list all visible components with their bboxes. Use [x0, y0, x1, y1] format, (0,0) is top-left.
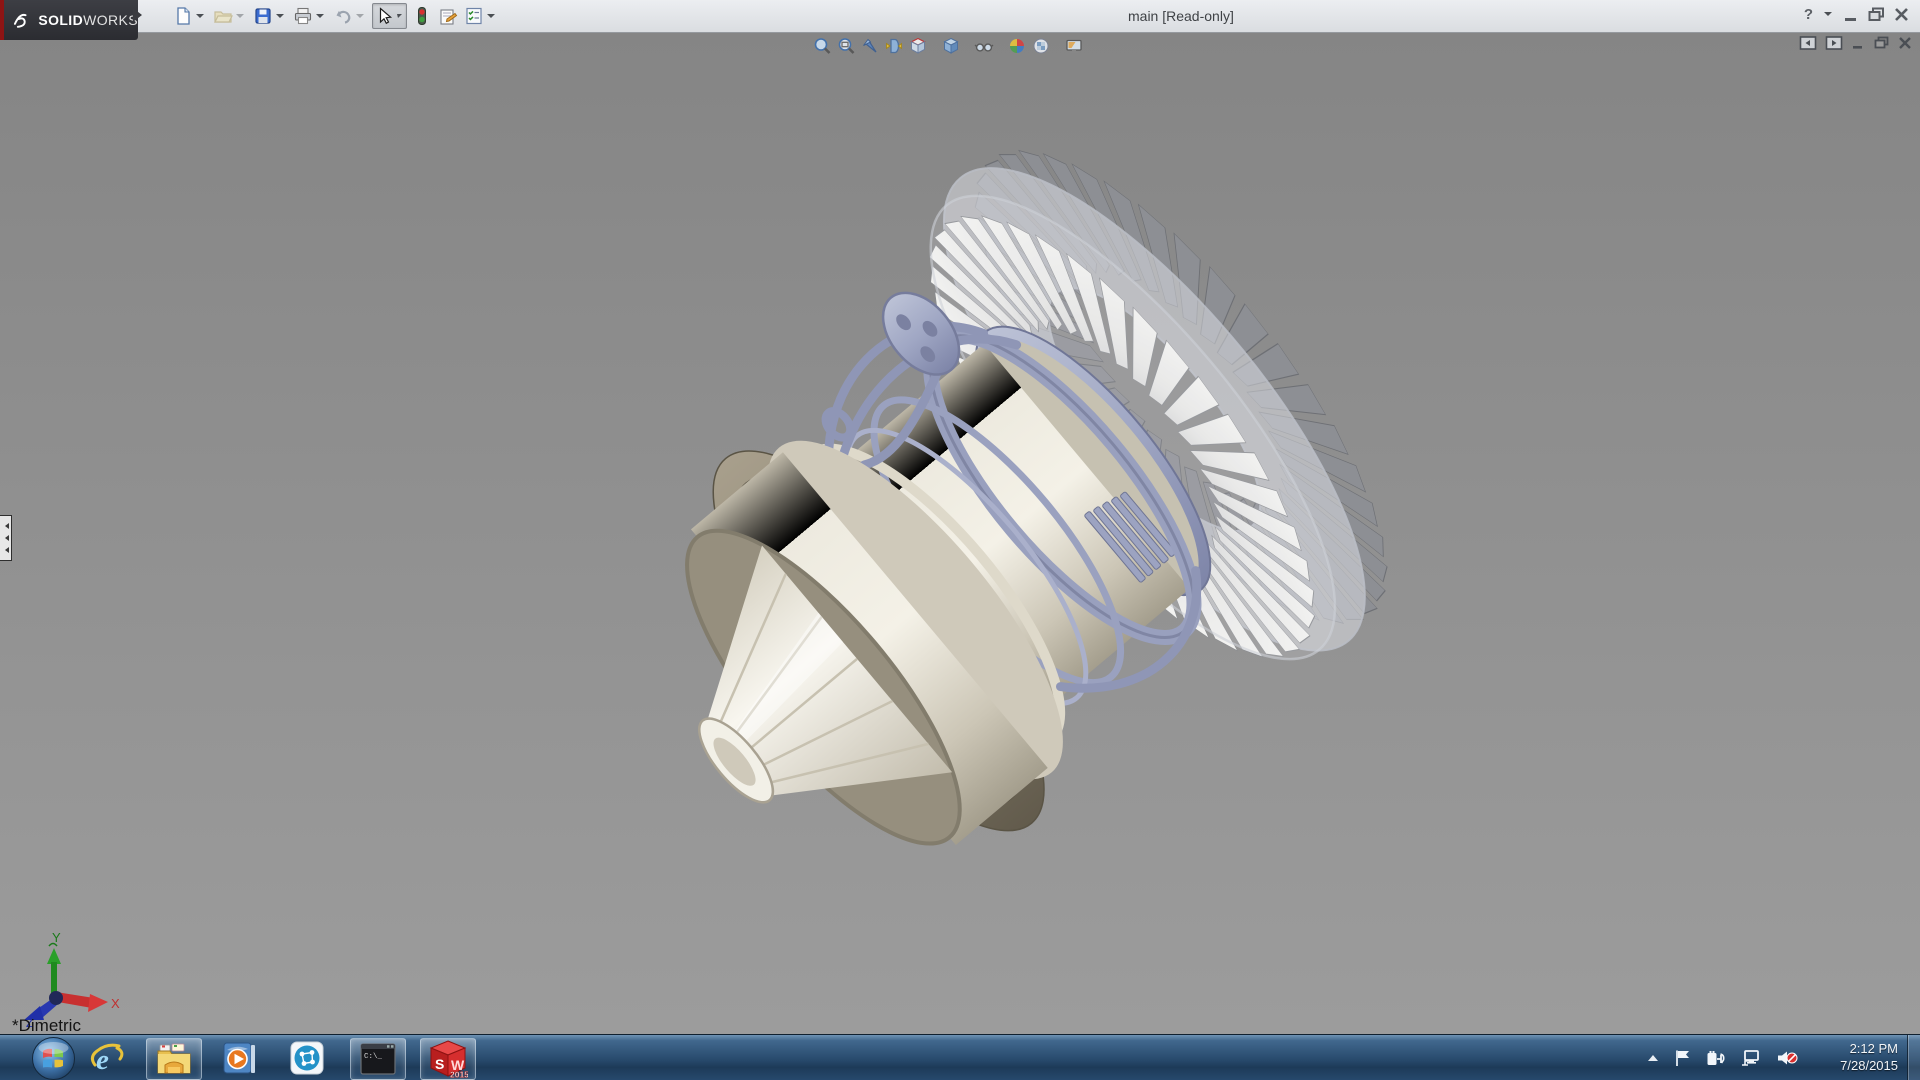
print-icon [293, 6, 313, 26]
document-window-controls [1799, 35, 1913, 51]
engine-model[interactable] [510, 63, 1478, 1024]
open-dropdown-caret-icon[interactable] [236, 14, 244, 22]
restore-button[interactable] [1868, 7, 1886, 22]
open-folder-icon [213, 6, 233, 26]
print-dropdown-caret-icon[interactable] [316, 14, 324, 22]
new-button[interactable] [172, 4, 208, 28]
save-button[interactable] [252, 4, 288, 28]
dassault-3s-logo-icon [12, 11, 33, 29]
help-dropdown-caret-icon[interactable] [1824, 12, 1832, 20]
rebuild-button[interactable] [411, 4, 433, 28]
hidden-icons-chevron[interactable] [1646, 1053, 1660, 1063]
taskbar-media-player[interactable] [212, 1038, 266, 1078]
volume-muted-icon[interactable] [1776, 1049, 1798, 1067]
sw-year: 2015 [450, 1070, 468, 1079]
toolbar-separator [930, 46, 939, 47]
triad-x-label: X [111, 996, 120, 1011]
taskbar-internet-explorer[interactable]: e [80, 1038, 134, 1078]
undo-dropdown-caret-icon[interactable] [356, 14, 364, 22]
options-button[interactable] [463, 4, 499, 28]
undo-button[interactable] [332, 4, 368, 28]
save-dropdown-caret-icon[interactable] [276, 14, 284, 22]
print-button[interactable] [292, 4, 328, 28]
select-button[interactable] [372, 3, 407, 29]
help-icon[interactable]: ? [1804, 6, 1813, 23]
save-floppy-icon [253, 6, 273, 26]
triad-y-label: Y [52, 930, 61, 945]
system-tray [1646, 1035, 1798, 1080]
titlebar-window-controls: ? [1804, 6, 1910, 23]
view-orientation-icon[interactable] [906, 34, 930, 58]
graphics-area[interactable]: Y X Z *Dimetric [0, 32, 1920, 1034]
minimize-button[interactable] [1843, 7, 1860, 22]
select-cursor-icon [374, 6, 394, 26]
solidworks-window: SOLIDWORKS [0, 0, 1920, 1080]
apply-scene-icon[interactable] [1029, 34, 1053, 58]
menu-expand-arrow-icon[interactable] [133, 8, 149, 22]
file-properties-button[interactable] [437, 4, 459, 28]
doc-minimize-button[interactable] [1851, 36, 1866, 50]
heads-up-view-toolbar [810, 33, 1086, 59]
cmd-prompt-text: C:\_ [364, 1053, 383, 1061]
zoom-to-area-icon[interactable] [834, 34, 858, 58]
document-title: main [Read-only] [1128, 8, 1234, 24]
display-style-icon[interactable] [939, 34, 963, 58]
taskbar-command-prompt[interactable]: C:\_ [350, 1038, 406, 1080]
clock-time: 2:12 PM [1840, 1040, 1898, 1057]
select-dropdown-caret-icon[interactable] [397, 14, 402, 22]
view-orientation-label: *Dimetric [12, 1016, 81, 1034]
undo-icon [333, 6, 353, 26]
main-toolbar [172, 2, 503, 30]
taskbar-clock[interactable]: 2:12 PM 7/28/2015 [1840, 1040, 1898, 1074]
options-checklist-icon [464, 6, 484, 26]
sw-letter-s: S [435, 1056, 444, 1072]
new-document-icon [173, 6, 193, 26]
file-properties-icon [438, 6, 458, 26]
taskbar-solidworks[interactable]: S W 2015 [420, 1038, 476, 1080]
action-center-flag-icon[interactable] [1674, 1049, 1692, 1067]
power-plug-icon[interactable] [1706, 1049, 1726, 1067]
view-settings-icon[interactable] [1062, 34, 1086, 58]
open-button[interactable] [212, 4, 248, 28]
new-dropdown-caret-icon[interactable] [196, 14, 204, 22]
close-button[interactable] [1894, 7, 1910, 22]
taskbar-windows-explorer[interactable] [146, 1038, 202, 1080]
doc-restore-button[interactable] [1874, 36, 1890, 50]
title-bar: SOLIDWORKS [0, 0, 1920, 33]
toolbar-separator [1053, 46, 1062, 47]
ie-letter: e [96, 1044, 109, 1076]
toolbar-separator [996, 46, 1005, 47]
taskbar-share-app[interactable] [280, 1038, 334, 1078]
edit-appearance-icon[interactable] [1005, 34, 1029, 58]
options-dropdown-caret-icon[interactable] [487, 14, 495, 22]
feature-manager-collapsed-tab[interactable] [0, 515, 12, 561]
doc-close-button[interactable] [1898, 36, 1913, 50]
zoom-to-fit-icon[interactable] [810, 34, 834, 58]
toolbar-separator [963, 46, 972, 47]
logo-text: SOLIDWORKS [38, 12, 138, 28]
windows-taskbar: e [0, 1034, 1920, 1080]
section-view-icon[interactable] [882, 34, 906, 58]
window-left-icon[interactable] [1799, 35, 1817, 51]
orientation-triad: Y X Z [16, 928, 126, 1028]
show-desktop-button[interactable] [1907, 1035, 1920, 1080]
previous-view-icon[interactable] [858, 34, 882, 58]
clock-date: 7/28/2015 [1840, 1057, 1898, 1074]
rebuild-traffic-light-icon [412, 6, 432, 26]
solidworks-logo: SOLIDWORKS [4, 0, 138, 40]
window-right-icon[interactable] [1825, 35, 1843, 51]
start-button[interactable] [31, 1036, 76, 1080]
engine-3d-view[interactable] [0, 32, 1920, 1034]
hide-show-items-icon[interactable] [972, 34, 996, 58]
network-icon[interactable] [1740, 1049, 1762, 1067]
